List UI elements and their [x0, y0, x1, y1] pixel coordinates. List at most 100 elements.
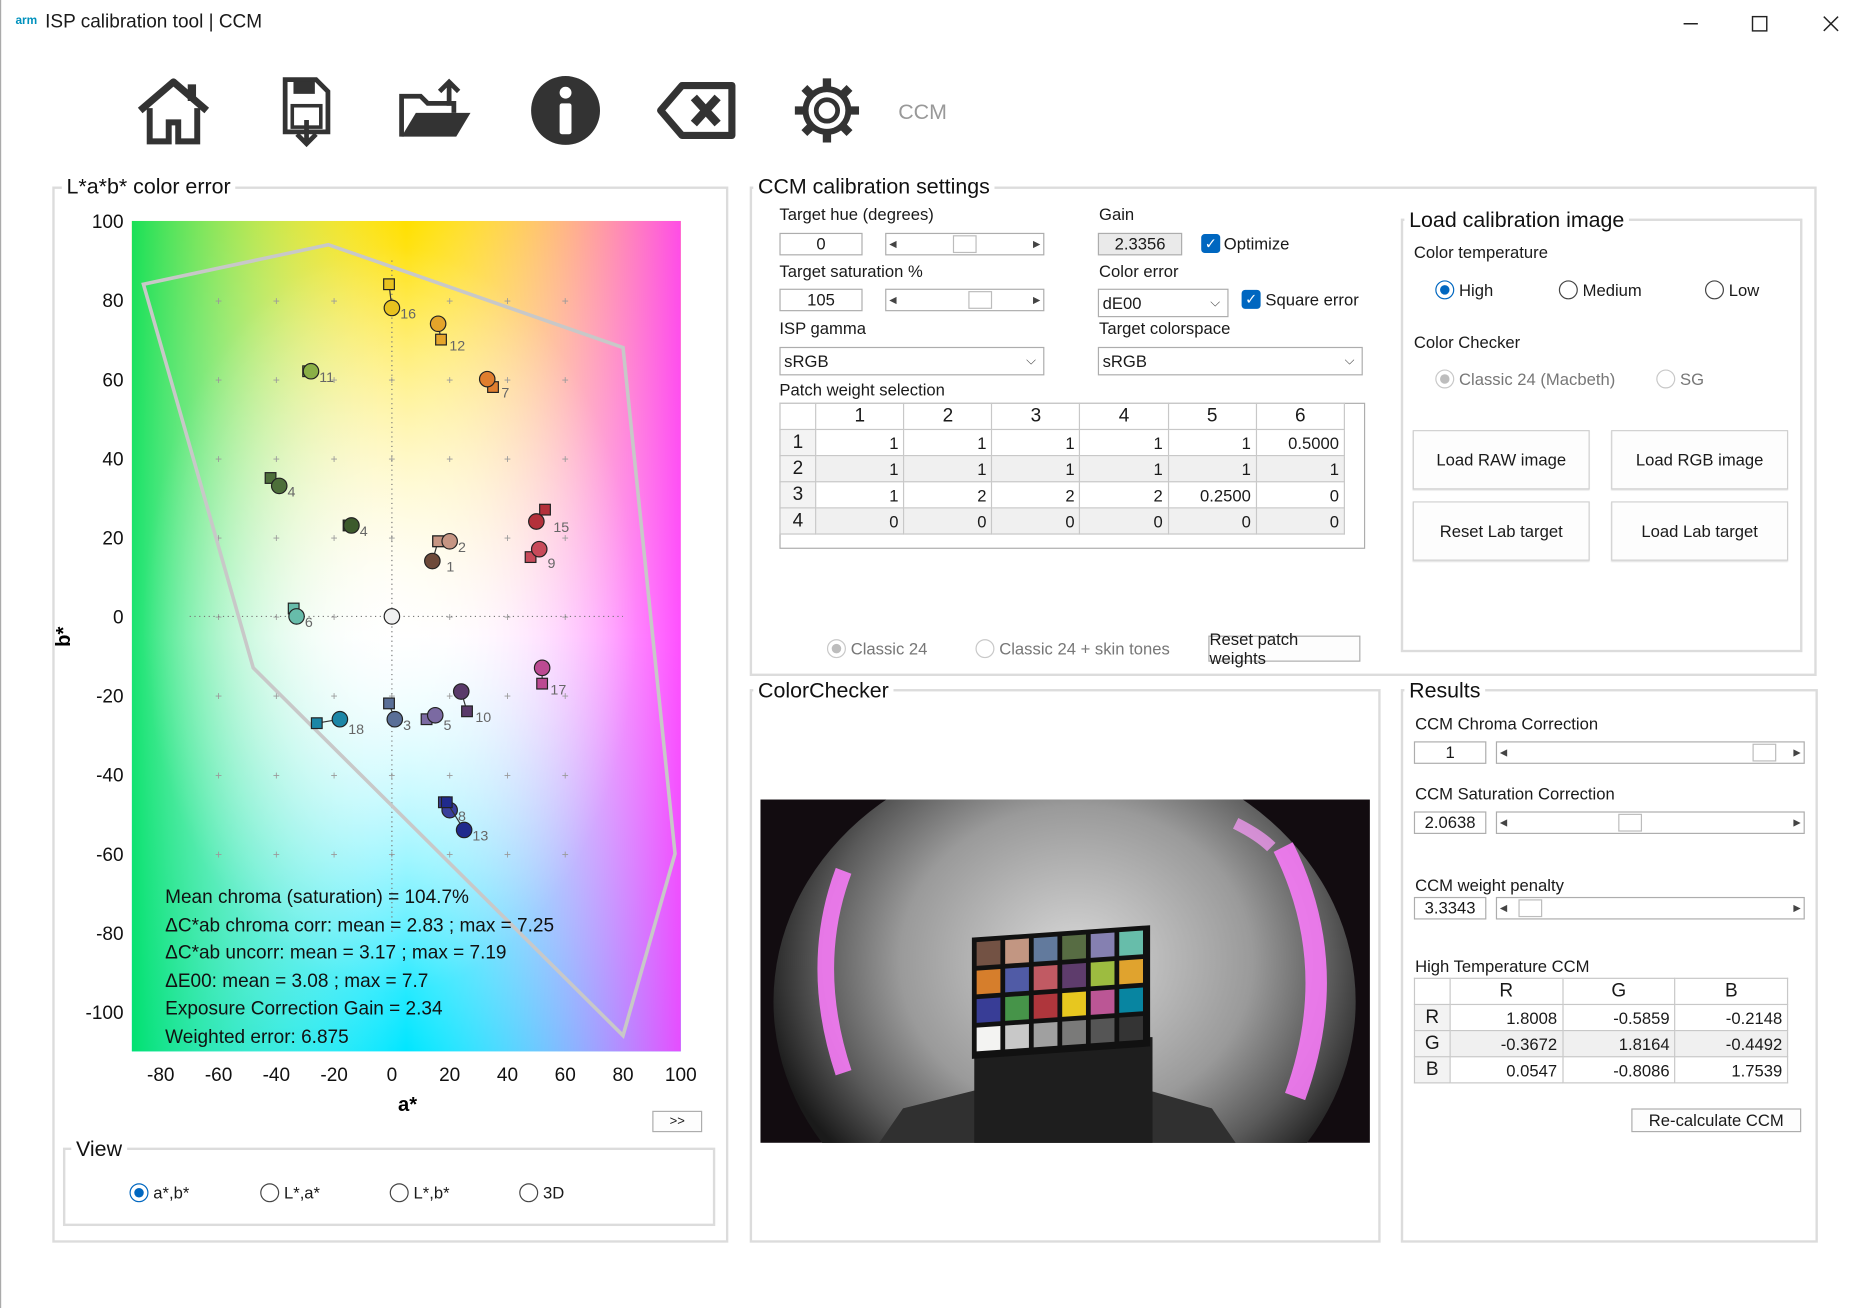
weights-cell[interactable]: 0 — [991, 507, 1081, 535]
close-button[interactable] — [1807, 7, 1855, 40]
clear-button[interactable] — [650, 69, 743, 152]
chroma-correction-input[interactable]: 1 — [1413, 741, 1487, 764]
weights-cell[interactable]: 1 — [815, 455, 905, 483]
weights-cell[interactable]: 1 — [903, 428, 993, 457]
load-lab-target-button[interactable]: Load Lab target — [1611, 501, 1789, 561]
reset-lab-target-button[interactable]: Reset Lab target — [1412, 501, 1590, 561]
weights-cell[interactable]: 1 — [815, 428, 905, 457]
measured-marker[interactable] — [383, 299, 401, 317]
ccm-cell[interactable]: -0.4492 — [1674, 1030, 1789, 1058]
temp-low-radio[interactable] — [1704, 280, 1724, 300]
target-hue-input[interactable]: 0 — [779, 232, 863, 256]
ccm-cell[interactable]: 1.8008 — [1449, 1003, 1564, 1032]
ccm-matrix-table[interactable]: RGB R 1.8008 -0.5859 -0.2148 G -0.3672 1.8164-… — [1413, 977, 1789, 1084]
slider-thumb[interactable] — [1518, 899, 1543, 918]
weights-cell[interactable]: 1 — [991, 455, 1081, 483]
slider-left-arrow-icon[interactable]: ◀ — [886, 290, 899, 310]
measured-marker[interactable] — [455, 821, 473, 839]
measured-marker[interactable] — [441, 532, 458, 550]
isp-gamma-dropdown[interactable]: sRGB ⌵ — [779, 346, 1045, 376]
temp-medium-radio[interactable] — [1558, 280, 1578, 300]
weights-cell[interactable]: 1 — [991, 428, 1081, 457]
ccm-cell[interactable]: 1.7539 — [1674, 1056, 1789, 1084]
chroma-correction-slider[interactable]: ◀ ▶ — [1495, 741, 1805, 764]
measured-marker[interactable] — [331, 710, 349, 728]
weights-cell[interactable]: 0.5000 — [1255, 428, 1345, 457]
ccm-cell[interactable]: -0.3672 — [1449, 1030, 1564, 1058]
ccm-cell[interactable]: 1.8164 — [1561, 1030, 1676, 1058]
measured-marker[interactable] — [386, 710, 404, 728]
slider-right-arrow-icon[interactable]: ▶ — [1791, 813, 1804, 833]
slider-left-arrow-icon[interactable]: ◀ — [886, 234, 899, 254]
measured-marker[interactable] — [288, 608, 305, 625]
target-sat-input[interactable]: 105 — [779, 288, 863, 312]
open-folder-button[interactable] — [389, 69, 482, 152]
slider-thumb[interactable] — [952, 235, 977, 254]
measured-marker[interactable] — [383, 608, 401, 625]
settings-button[interactable] — [781, 69, 874, 152]
weights-cell[interactable]: 1 — [903, 455, 993, 483]
measured-marker[interactable] — [343, 517, 360, 534]
weights-cell[interactable]: 1 — [1167, 428, 1257, 457]
slider-left-arrow-icon[interactable]: ◀ — [1497, 898, 1510, 918]
measured-marker[interactable] — [530, 540, 548, 558]
weights-cell[interactable]: 0 — [1255, 481, 1345, 509]
expand-button[interactable]: >> — [652, 1110, 703, 1133]
optimize-checkbox[interactable]: ✓ — [1201, 234, 1221, 254]
weights-cell[interactable]: 1 — [1079, 455, 1169, 483]
checker-sg-radio[interactable] — [1656, 369, 1676, 389]
weights-cell[interactable]: 0 — [903, 507, 993, 535]
weights-cell[interactable]: 2 — [991, 481, 1081, 509]
slider-left-arrow-icon[interactable]: ◀ — [1497, 813, 1510, 833]
classic24-radio[interactable] — [826, 639, 846, 659]
measured-marker[interactable] — [270, 477, 288, 495]
slider-thumb[interactable] — [1618, 813, 1642, 832]
weights-cell[interactable]: 2 — [1079, 481, 1169, 509]
measured-marker[interactable] — [452, 683, 470, 700]
weight-penalty-slider[interactable]: ◀ ▶ — [1495, 896, 1805, 920]
weights-cell[interactable]: 1 — [1079, 428, 1169, 457]
ccm-cell[interactable]: -0.5859 — [1561, 1003, 1676, 1032]
target-sat-slider[interactable]: ◀ ▶ — [885, 288, 1045, 312]
classic24-skin-radio[interactable] — [975, 639, 995, 659]
weights-cell[interactable]: 0 — [1167, 507, 1257, 535]
weights-cell[interactable]: 2 — [903, 481, 993, 509]
weights-cell[interactable]: 0.2500 — [1167, 481, 1257, 509]
slider-thumb[interactable] — [1752, 743, 1777, 762]
ccm-cell[interactable]: -0.2148 — [1674, 1003, 1789, 1032]
home-button[interactable] — [127, 69, 220, 152]
sat-correction-slider[interactable]: ◀ ▶ — [1495, 811, 1805, 834]
weights-cell[interactable]: 1 — [815, 481, 905, 509]
slider-right-arrow-icon[interactable]: ▶ — [1791, 743, 1804, 763]
slider-right-arrow-icon[interactable]: ▶ — [1791, 898, 1804, 918]
weight-penalty-input[interactable]: 3.3343 — [1413, 896, 1487, 920]
target-hue-slider[interactable]: ◀ ▶ — [885, 232, 1045, 256]
slider-thumb[interactable] — [968, 291, 993, 309]
save-button[interactable] — [258, 69, 351, 152]
patch-weight-table[interactable]: 123456 1 1 1 1 1 1 0.5000 2 1 1 1 1 1 1 3 1 2 2 2 0.2500 0 4 0… — [779, 402, 1345, 535]
checker-classic24-radio[interactable] — [1435, 369, 1455, 389]
measured-marker[interactable] — [426, 706, 444, 724]
recalculate-ccm-button[interactable]: Re-calculate CCM — [1631, 1108, 1802, 1133]
load-raw-image-button[interactable]: Load RAW image — [1412, 430, 1590, 490]
view-radio-3d[interactable] — [519, 1183, 539, 1203]
load-rgb-image-button[interactable]: Load RGB image — [1611, 430, 1789, 490]
measured-marker[interactable] — [478, 370, 496, 388]
color-error-dropdown[interactable]: dE00 ⌵ — [1097, 288, 1229, 318]
measured-marker[interactable] — [424, 552, 441, 570]
info-button[interactable] — [519, 69, 612, 152]
measured-marker[interactable] — [528, 513, 545, 530]
maximize-button[interactable] — [1736, 7, 1784, 40]
weights-cell[interactable]: 1 — [1255, 455, 1345, 483]
minimize-button[interactable] — [1667, 7, 1715, 40]
slider-left-arrow-icon[interactable]: ◀ — [1497, 743, 1510, 763]
weights-cell[interactable]: 1 — [1167, 455, 1257, 483]
temp-high-radio[interactable] — [1435, 280, 1455, 300]
view-radio-lb[interactable] — [389, 1183, 409, 1203]
sat-correction-input[interactable]: 2.0638 — [1413, 811, 1487, 834]
slider-right-arrow-icon[interactable]: ▶ — [1030, 290, 1043, 310]
slider-right-arrow-icon[interactable]: ▶ — [1030, 234, 1043, 254]
ccm-cell[interactable]: -0.8086 — [1561, 1056, 1676, 1084]
measured-marker[interactable] — [302, 362, 320, 380]
square-error-checkbox[interactable]: ✓ — [1241, 289, 1261, 309]
